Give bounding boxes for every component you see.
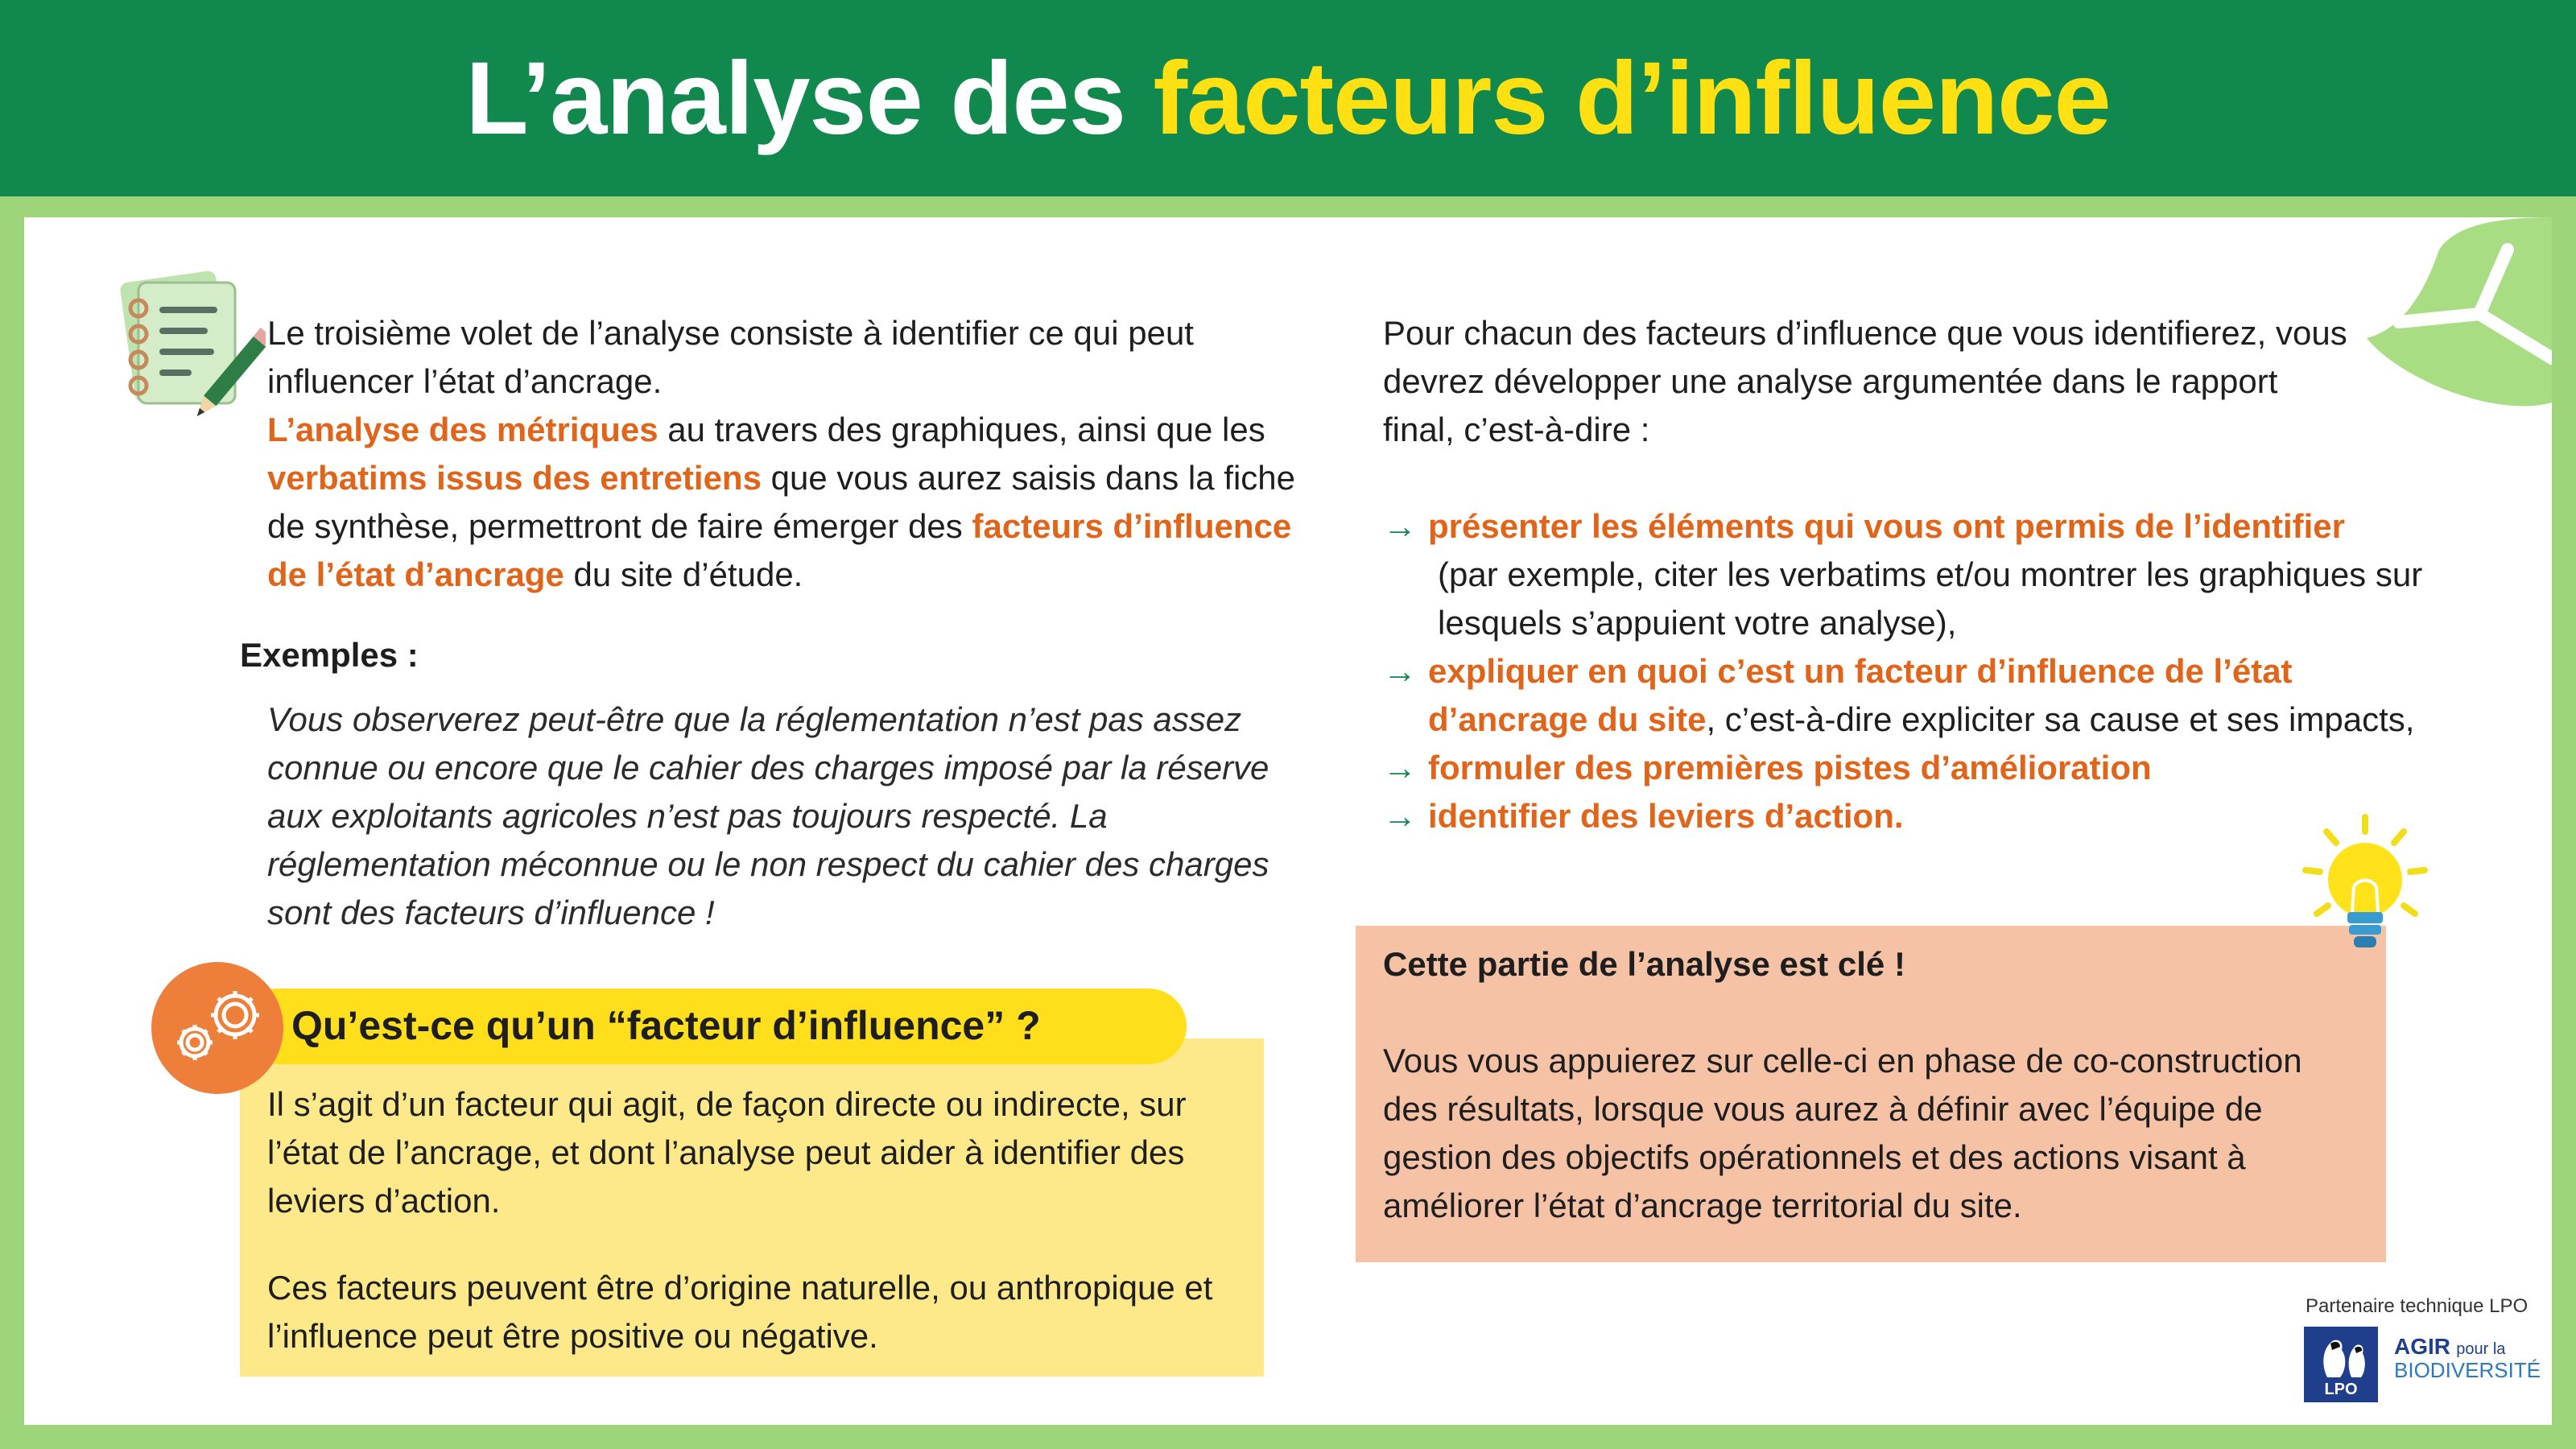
action-list: → présenter les éléments qui vous ont pe… [1383,502,2429,840]
page-title: L’analyse des facteurs d’influence [465,39,2111,158]
intro-highlight-verbatims: verbatims issus des entretiens [267,459,762,497]
content-panel: Le troisième volet de l’analyse consiste… [24,217,2552,1425]
arrow-right-icon: → [1383,797,1417,835]
partner-label: Partenaire technique LPO [2306,1295,2529,1317]
key-title: Cette partie de l’analyse est clé ! [1383,945,1905,983]
intro-paragraph: Le troisième volet de l’analyse consiste… [267,309,1314,599]
list-item-2-rest: , c’est-à-dire expliciter sa cause et se… [1706,700,2415,738]
key-paragraph: Vous vous appuierez sur celle-ci en phas… [1383,1042,2302,1224]
arrow-right-icon: → [1383,507,1417,545]
page-title-part1: L’analyse des [465,40,1154,156]
right-intro-paragraph: Pour chacun des facteurs d’influence que… [1383,314,2347,448]
pour-la-text: pour la [2456,1340,2506,1358]
arrow-right-icon: → [1383,652,1417,690]
leaf-decoration-icon [2367,217,2552,407]
biodiversite-text: BIODIVERSITÉ [2394,1358,2541,1382]
agir-biodiversite-logo: AGIR pour la BIODIVERSITÉ [2394,1334,2541,1382]
list-item: → présenter les éléments qui vous ont pe… [1383,502,2429,647]
list-item-1-rest: (par exemple, citer les verbatims et/ou … [1438,555,2423,642]
intro-text-2: au travers des graphiques, ainsi que les [658,411,1265,448]
header-banner: L’analyse des facteurs d’influence [0,0,2576,196]
list-item-3-bold: formuler des premières pistes d’améliora… [1428,749,2152,786]
intro-text-1: Le troisième volet de l’analyse consiste… [267,314,1194,400]
list-item-1-bold: présenter les éléments qui vous ont perm… [1428,507,2345,545]
examples-paragraph: Vous observerez peut-être que la régleme… [267,700,1269,931]
intro-highlight-metrics: L’analyse des métriques [267,411,658,448]
lpo-logo-text: LPO [2324,1381,2358,1398]
question-title: Qu’est-ce qu’un “facteur d’influence” ? [291,1003,1041,1048]
list-item: → identifier des leviers d’action. [1383,792,2429,840]
definition-paragraph-2: Ces facteurs peuvent être d’origine natu… [267,1269,1213,1355]
examples-heading: Exemples : [240,636,419,674]
lightbulb-icon [2302,814,2428,947]
intro-text-4: du site d’étude. [564,555,803,593]
lpo-bird-logo: LPO [2304,1327,2378,1402]
list-item-4-bold: identifier des leviers d’action. [1428,797,1904,835]
arrow-right-icon: → [1383,749,1417,786]
notepad-pencil-icon [120,270,266,417]
definition-paragraph-1: Il s’agit d’un facteur qui agit, de faço… [267,1085,1187,1220]
page-title-highlight: facteurs d’influence [1153,40,2111,156]
gears-icon [151,962,283,1094]
list-item: → expliquer en quoi c’est un facteur d’i… [1383,647,2429,744]
agir-text: AGIR [2394,1334,2450,1359]
list-item: → formuler des premières pistes d’amélio… [1383,744,2429,792]
